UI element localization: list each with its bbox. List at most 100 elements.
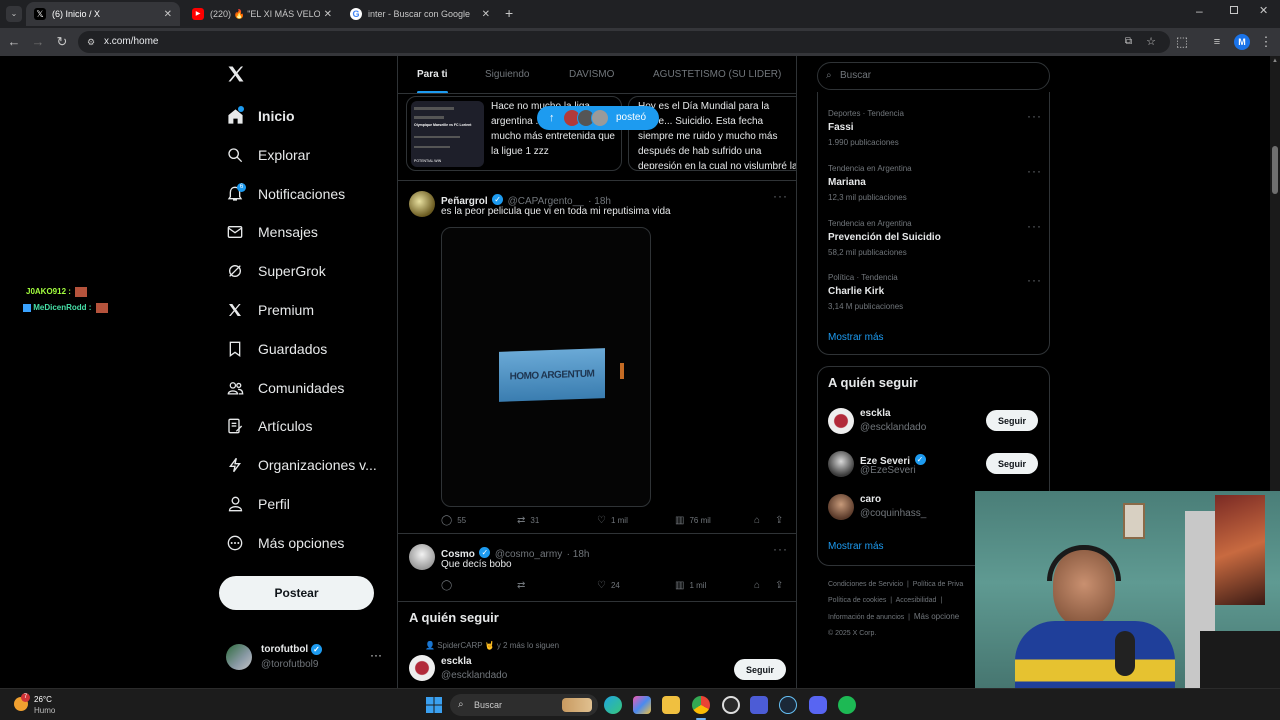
footer-link[interactable]: Política de cookies: [828, 597, 886, 604]
like-action[interactable]: ♡ 24: [597, 580, 620, 591]
suggested-name[interactable]: esckla: [441, 656, 472, 667]
site-info-icon[interactable]: ⚙: [87, 31, 95, 53]
weather-widget[interactable]: 7 26°C Humo: [14, 693, 84, 717]
tab-search-dropdown[interactable]: ⌄: [6, 6, 22, 22]
avatar[interactable]: [828, 408, 854, 434]
avatar[interactable]: [828, 451, 854, 477]
steam-icon[interactable]: [779, 696, 797, 714]
edge-icon[interactable]: [604, 696, 622, 714]
reply-action[interactable]: ◯ 55: [441, 515, 466, 526]
avatar[interactable]: [828, 494, 854, 520]
bookmark-action[interactable]: ⌂: [754, 515, 765, 526]
extensions-icon[interactable]: ⬚: [1174, 34, 1190, 50]
copilot-icon[interactable]: [633, 696, 651, 714]
share-action[interactable]: ⇪: [775, 580, 788, 591]
file-explorer-icon[interactable]: [662, 696, 680, 714]
nav-supergrok[interactable]: SuperGrok: [226, 255, 326, 287]
close-tab-icon[interactable]: ✕: [324, 9, 332, 20]
scroll-up-icon[interactable]: ▲: [1272, 58, 1278, 64]
views-action[interactable]: ▥ 1 mil: [675, 580, 706, 591]
profile-avatar[interactable]: M: [1234, 34, 1250, 50]
bookmark-star-icon[interactable]: ☆: [1146, 31, 1156, 53]
trend-name[interactable]: Prevención del Suicidio: [828, 232, 941, 243]
chrome-icon[interactable]: [692, 696, 710, 714]
tab-davismo[interactable]: DAVISMO: [569, 69, 614, 80]
menu-kebab-icon[interactable]: ⋮: [1258, 34, 1274, 50]
close-window-icon[interactable]: ✕: [1259, 4, 1268, 17]
more-dots-icon[interactable]: ···: [1027, 164, 1042, 178]
trend-name[interactable]: Charlie Kirk: [828, 286, 884, 297]
discord-icon[interactable]: [809, 696, 827, 714]
obs-icon[interactable]: [722, 696, 740, 714]
spotify-icon[interactable]: [838, 696, 856, 714]
more-dots-icon[interactable]: ···: [1027, 109, 1042, 123]
tab-x-home[interactable]: 𝕏 (6) Inicio / X ✕: [26, 2, 180, 26]
minimize-icon[interactable]: –: [1196, 4, 1203, 18]
nav-premium[interactable]: Premium: [226, 294, 314, 326]
tab-following[interactable]: Siguiendo: [485, 69, 529, 80]
tab-youtube[interactable]: ▶ (220) 🔥 "EL XI MÁS VELOZ de ✕: [184, 2, 340, 26]
new-posts-pill[interactable]: ↑ posteó: [537, 106, 659, 130]
nav-communities[interactable]: Comunidades: [226, 372, 344, 404]
meet-icon[interactable]: [750, 696, 768, 714]
repost-action[interactable]: ⇄ 31: [517, 515, 539, 526]
repost-action[interactable]: ⇄: [517, 580, 530, 591]
nav-organizations[interactable]: Organizaciones v...: [226, 449, 377, 481]
windows-start-icon[interactable]: [425, 696, 443, 714]
more-dots-icon[interactable]: ···: [1027, 219, 1042, 233]
show-more-link[interactable]: Mostrar más: [828, 541, 884, 552]
suggested-name[interactable]: caro: [860, 494, 881, 505]
more-dots-icon[interactable]: ···: [370, 648, 382, 662]
x-logo-icon[interactable]: [226, 64, 248, 86]
install-app-icon[interactable]: ⧉: [1125, 31, 1132, 53]
search-input[interactable]: ⌕ Buscar: [817, 62, 1050, 90]
follow-button[interactable]: Seguir: [734, 659, 786, 680]
nav-bookmarks[interactable]: Guardados: [226, 333, 327, 365]
trend-name[interactable]: Mariana: [828, 177, 866, 188]
bookmark-action[interactable]: ⌂: [754, 580, 765, 591]
more-dots-icon[interactable]: ···: [1027, 273, 1042, 287]
nav-explore[interactable]: Explorar: [226, 139, 310, 171]
nav-profile[interactable]: Perfil: [226, 488, 290, 520]
tweet-media[interactable]: HOMO ARGENTUM: [441, 227, 651, 507]
nav-home[interactable]: Inicio: [226, 100, 295, 132]
footer-link[interactable]: Información de anuncios: [828, 614, 904, 621]
nav-messages[interactable]: Mensajes: [226, 216, 318, 248]
follow-button[interactable]: Seguir: [986, 410, 1038, 431]
account-switcher[interactable]: torofutbol ✓ @torofutbol9 ···: [226, 642, 386, 674]
nav-more[interactable]: Más opciones: [226, 527, 344, 559]
reply-action[interactable]: ◯: [441, 580, 457, 591]
more-dots-icon[interactable]: ···: [773, 542, 788, 556]
like-action[interactable]: ♡ 1 mil: [597, 515, 628, 526]
footer-link[interactable]: Accesibilidad: [896, 597, 937, 604]
address-bar[interactable]: ⚙ x.com/home ⧉ ☆: [78, 31, 1170, 53]
tweet-time[interactable]: · 18h: [567, 549, 590, 560]
footer-link[interactable]: Más opcione: [914, 612, 959, 621]
forward-icon[interactable]: →: [30, 34, 46, 50]
footer-link[interactable]: Política de Priva: [913, 581, 964, 588]
more-dots-icon[interactable]: ···: [773, 189, 788, 203]
show-more-link[interactable]: Mostrar más: [828, 332, 884, 343]
close-tab-icon[interactable]: ✕: [164, 9, 172, 20]
tab-for-you[interactable]: Para ti: [417, 69, 448, 94]
post-button[interactable]: Postear: [219, 576, 374, 610]
close-tab-icon[interactable]: ✕: [482, 9, 490, 20]
trend-name[interactable]: Fassi: [828, 122, 854, 133]
back-icon[interactable]: ←: [6, 34, 22, 50]
footer-link[interactable]: Condiciones de Servicio: [828, 581, 903, 588]
views-action[interactable]: ▥ 76 mil: [675, 515, 711, 526]
media-control-icon[interactable]: ≡: [1209, 34, 1225, 50]
tab-google[interactable]: G inter - Buscar con Google ✕: [342, 2, 498, 26]
nav-articles[interactable]: Artículos: [226, 410, 312, 442]
suggested-name[interactable]: esckla: [860, 408, 891, 419]
tweet[interactable]: Peñargrol ✓ @CAPArgento__ · 18h ··· es l…: [398, 181, 796, 533]
maximize-icon[interactable]: [1230, 6, 1238, 14]
scrollbar-thumb[interactable]: [1272, 146, 1278, 194]
reload-icon[interactable]: ↻: [54, 34, 70, 50]
new-tab-icon[interactable]: +: [505, 5, 513, 21]
tab-agustetismo[interactable]: AGUSTETISMO (SU LIDER): [653, 69, 781, 80]
share-action[interactable]: ⇪: [775, 515, 788, 526]
avatar[interactable]: [409, 655, 435, 681]
taskbar-search[interactable]: ⌕ Buscar: [450, 694, 598, 716]
follow-button[interactable]: Seguir: [986, 453, 1038, 474]
